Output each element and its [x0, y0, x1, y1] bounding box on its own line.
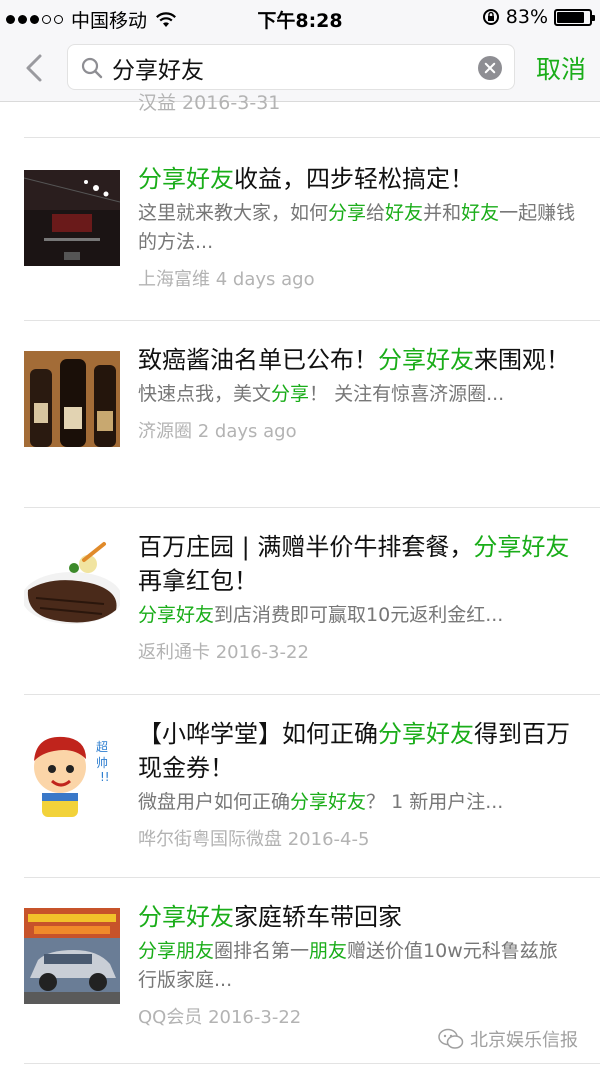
highlight-text: 分享	[271, 383, 310, 405]
highlight-text: 分享	[328, 202, 367, 224]
desc-text: 微盘用户如何正确	[138, 791, 291, 813]
previous-item-fragment: 汉益 2016-3-31	[24, 92, 600, 138]
watermark: 北京娱乐信报	[438, 1026, 578, 1052]
search-results-list: 汉益 2016-3-31 分享好友收益，四步轻松搞定！ 这里就来教大家，如何分享…	[0, 92, 600, 1064]
result-description: 这里就来教大家，如何分享给好友并和好友一起赚钱的方法...	[138, 199, 576, 257]
result-time: 4 days ago	[215, 269, 315, 290]
highlight-text: 好友	[385, 202, 424, 224]
search-icon	[81, 57, 103, 79]
desc-text: ！ 关注有惊喜济源圈...	[309, 383, 505, 405]
search-input[interactable]	[112, 51, 492, 85]
result-thumbnail	[24, 170, 120, 266]
result-source: 济源圈	[138, 421, 192, 442]
search-box[interactable]	[67, 44, 515, 90]
svg-text:超: 超	[96, 739, 108, 754]
highlight-text: 好友	[461, 202, 500, 224]
result-item[interactable]: 致癌酱油名单已公布！分享好友来围观！ 快速点我，美文分享！ 关注有惊喜济源圈..…	[24, 321, 600, 508]
result-item[interactable]: 百万庄园 | 满赠半价牛排套餐，分享好友再拿红包！ 分享好友到店消费即可赢取10…	[24, 508, 600, 695]
desc-text: 圈排名第一	[214, 940, 310, 962]
highlight-text: 朋友	[309, 940, 348, 962]
result-description: 分享好友到店消费即可赢取10元返利金红...	[138, 601, 576, 630]
highlight-text: 分享好友	[138, 903, 234, 931]
result-time: 2016-3-22	[215, 642, 309, 663]
battery-percent: 83%	[505, 6, 548, 28]
result-description: 快速点我，美文分享！ 关注有惊喜济源圈...	[138, 380, 576, 409]
title-text: 家庭轿车带回家	[234, 903, 402, 931]
search-header: 取消	[0, 34, 600, 102]
result-source: 上海富维	[138, 269, 210, 290]
result-source: 返利通卡	[138, 642, 210, 663]
result-title: 分享好友收益，四步轻松搞定！	[138, 162, 576, 196]
result-description: 分享朋友圈排名第一朋友赠送价值10w元科鲁兹旅行版家庭...	[138, 937, 576, 995]
back-chevron-icon[interactable]	[20, 48, 50, 88]
desc-text: 到店消费即可赢取10元返利金红...	[214, 604, 504, 626]
svg-text:帅: 帅	[96, 756, 108, 770]
result-item[interactable]: 分享好友收益，四步轻松搞定！ 这里就来教大家，如何分享给好友并和好友一起赚钱的方…	[24, 138, 600, 321]
title-text: 再拿红包！	[138, 567, 258, 595]
desc-text: 这里就来教大家，如何	[138, 202, 329, 224]
result-description: 微盘用户如何正确分享好友？ 1 新用户注...	[138, 788, 576, 817]
highlight-text: 分享好友	[473, 533, 570, 561]
result-item[interactable]: 超 帅 !! 【小哗学堂】如何正确分享好友得到百万现金券！ 微盘用户如何正确分享…	[24, 695, 600, 878]
result-thumbnail: 超 帅 !!	[24, 725, 120, 821]
result-time: 2016-4-5	[287, 829, 370, 850]
title-text: 来围观！	[474, 346, 570, 374]
desc-text: 给	[366, 202, 386, 224]
title-text: 百万庄园 | 满赠半价牛排套餐，	[138, 533, 474, 561]
battery-icon	[554, 8, 595, 26]
result-meta: 济源圈 2 days ago	[138, 419, 576, 445]
cancel-button[interactable]: 取消	[536, 50, 586, 86]
result-title: 分享好友家庭轿车带回家	[138, 900, 576, 934]
title-text: 收益，四步轻松搞定！	[234, 165, 474, 193]
svg-text:!!: !!	[100, 770, 110, 784]
result-thumbnail	[24, 351, 120, 447]
highlight-text: 分享朋友	[138, 940, 215, 962]
result-title: 百万庄园 | 满赠半价牛排套餐，分享好友再拿红包！	[138, 530, 576, 598]
result-title: 致癌酱油名单已公布！分享好友来围观！	[138, 343, 576, 377]
desc-text: ？ 1 新用户注...	[366, 791, 504, 813]
result-thumbnail	[24, 908, 120, 1004]
highlight-text: 分享好友	[378, 346, 474, 374]
result-title: 【小哗学堂】如何正确分享好友得到百万现金券！	[138, 717, 576, 785]
result-source: 哗尔街粤国际微盘	[138, 829, 282, 850]
title-text: 【小哗学堂】如何正确	[138, 720, 378, 748]
status-bar: 中国移动 下午8:28 83%	[0, 0, 600, 34]
title-text: 致癌酱油名单已公布！	[138, 346, 378, 374]
previous-item-meta: 汉益 2016-3-31	[138, 92, 281, 114]
result-meta: 返利通卡 2016-3-22	[138, 640, 576, 666]
result-time: 2016-3-22	[208, 1007, 302, 1028]
wechat-logo-icon	[438, 1028, 464, 1049]
result-meta: 上海富维 4 days ago	[138, 267, 576, 293]
result-meta: 哗尔街粤国际微盘 2016-4-5	[138, 827, 576, 853]
desc-text: 快速点我，美文	[138, 383, 272, 405]
highlight-text: 分享好友	[138, 604, 215, 626]
clear-icon[interactable]	[478, 56, 502, 80]
highlight-text: 分享好友	[290, 791, 367, 813]
result-thumbnail	[24, 538, 120, 634]
highlight-text: 分享好友	[378, 720, 474, 748]
result-time: 2 days ago	[197, 421, 297, 442]
rotation-lock-icon	[482, 9, 499, 25]
watermark-text: 北京娱乐信报	[470, 1030, 578, 1051]
highlight-text: 分享好友	[138, 165, 234, 193]
result-source: QQ会员	[138, 1007, 203, 1028]
desc-text: 并和	[423, 202, 462, 224]
